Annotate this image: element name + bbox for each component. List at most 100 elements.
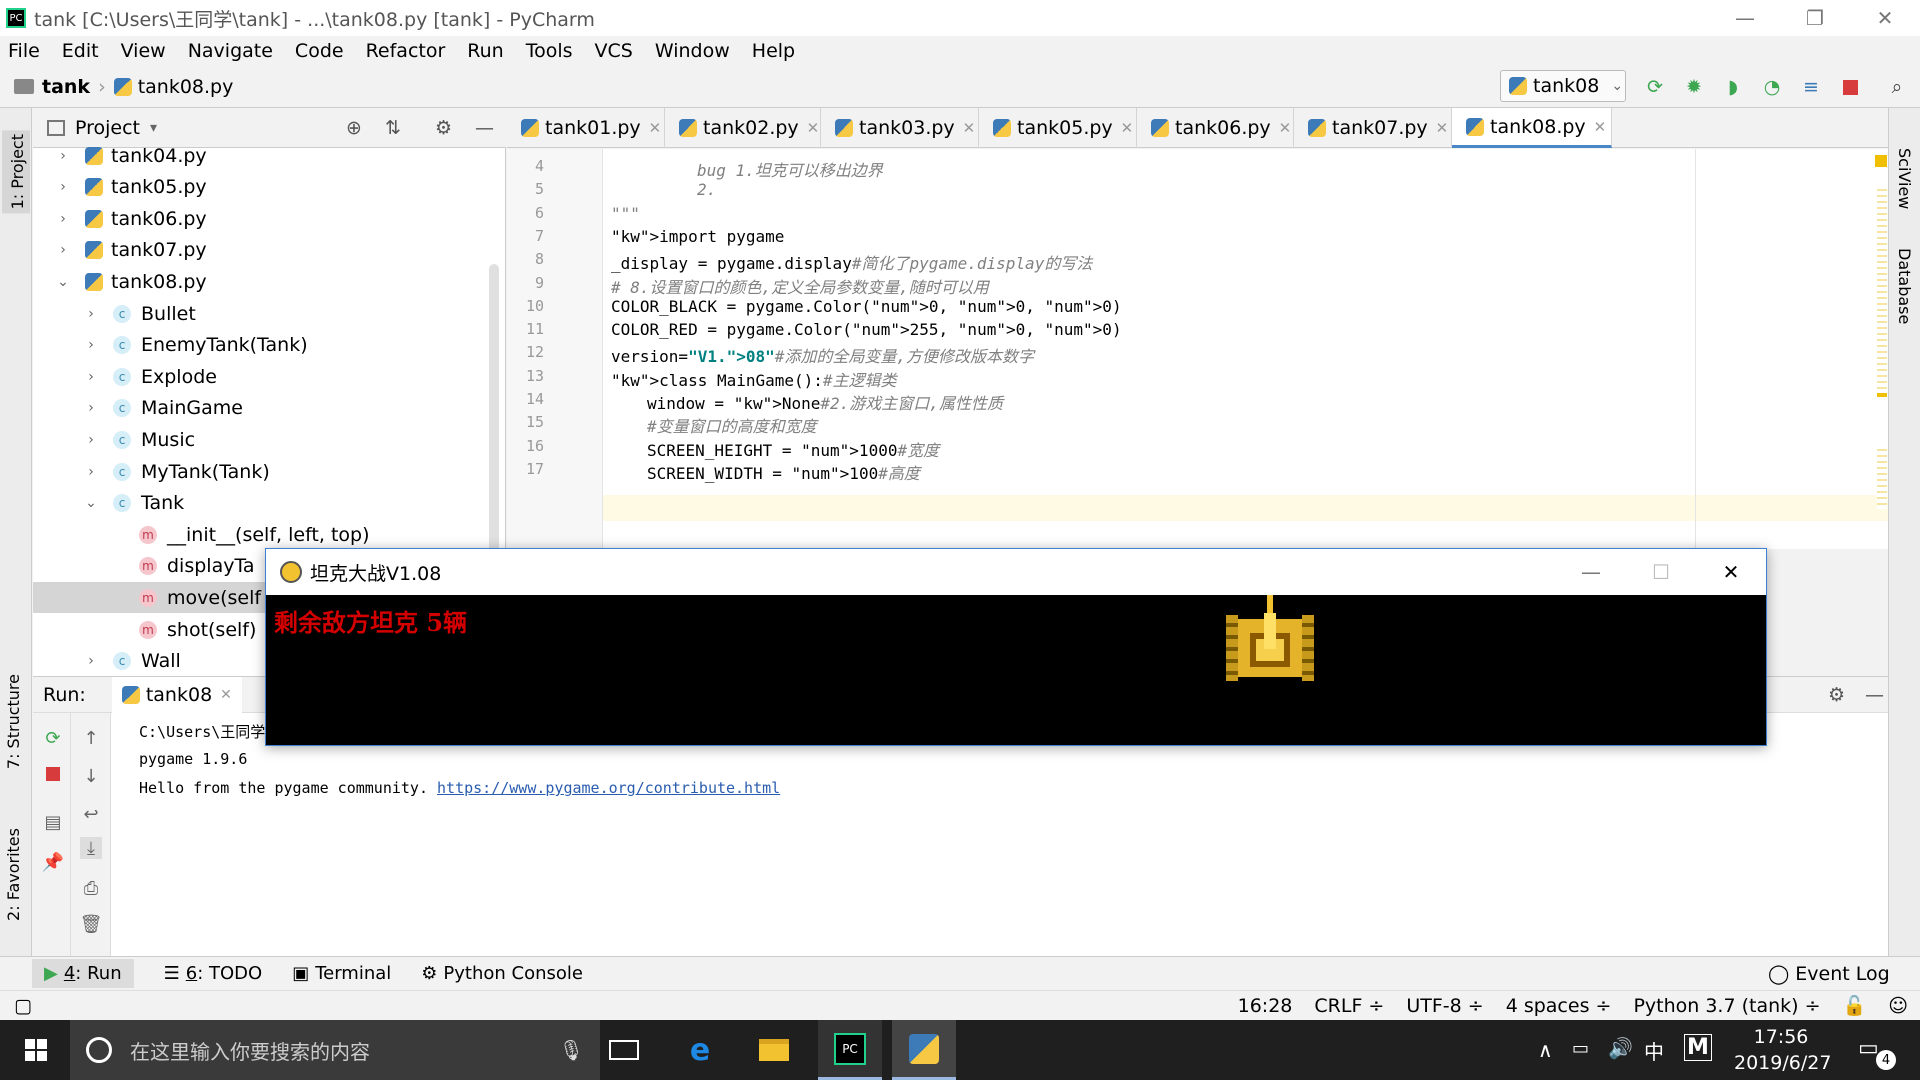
trash-icon[interactable]: 🗑: [80, 913, 103, 935]
chevron-right-icon[interactable]: ›: [83, 432, 99, 448]
lock-icon[interactable]: 🔓: [1843, 994, 1867, 1017]
restore-button[interactable]: ❐: [1780, 0, 1850, 36]
file-explorer-icon[interactable]: [742, 1020, 806, 1080]
console-link[interactable]: https://www.pygame.org/contribute.html: [437, 779, 780, 797]
menu-edit[interactable]: Edit: [62, 40, 99, 62]
show-hidden-icons-icon[interactable]: ∧: [1538, 1038, 1553, 1062]
code-line[interactable]: # 8.设置窗口的颜色,定义全局参数变量,随时可以用: [611, 274, 989, 298]
volume-icon[interactable]: 🔊: [1608, 1036, 1633, 1060]
code-line[interactable]: version="V1.">08"#添加的全局变量,方便修改版本数字: [611, 343, 1034, 367]
chevron-right-icon[interactable]: ›: [83, 400, 99, 416]
tool-tab-structure[interactable]: 7: Structure: [4, 674, 23, 769]
settings-gear-icon[interactable]: ⚙: [435, 117, 452, 139]
chevron-right-icon[interactable]: ›: [55, 179, 71, 195]
edge-browser-icon[interactable]: e: [668, 1020, 732, 1080]
close-button[interactable]: ✕: [1850, 0, 1920, 36]
hide-panel-icon[interactable]: —: [1865, 684, 1884, 706]
chevron-right-icon[interactable]: ›: [83, 306, 99, 322]
rerun-icon[interactable]: ⟳: [1644, 76, 1666, 98]
close-tab-icon[interactable]: ✕: [1121, 119, 1134, 137]
inspector-icon[interactable]: ☺: [1888, 995, 1908, 1017]
concurrency-icon[interactable]: ≡: [1800, 76, 1822, 98]
debug-icon[interactable]: ✹: [1683, 76, 1705, 98]
status-interpreter[interactable]: Python 3.7 (tank) ÷: [1633, 995, 1820, 1017]
rerun-icon[interactable]: ⟳: [42, 727, 64, 749]
pygame-canvas[interactable]: 剩余敌方坦克 5辆: [266, 595, 1766, 745]
editor-tab[interactable]: tank05.py ✕: [979, 108, 1137, 148]
menu-refactor[interactable]: Refactor: [366, 40, 446, 62]
tree-scrollbar[interactable]: [489, 264, 499, 584]
tree-item-file[interactable]: › tank07.py: [33, 235, 489, 266]
code-line[interactable]: COLOR_RED = pygame.Color("num">255, "num…: [611, 320, 1122, 339]
chevron-down-icon[interactable]: ⌄: [83, 495, 99, 511]
breadcrumb-file[interactable]: tank08.py: [113, 76, 233, 98]
ime-indicator[interactable]: 中: [1644, 1036, 1664, 1065]
menu-code[interactable]: Code: [295, 40, 344, 62]
menu-view[interactable]: View: [121, 40, 166, 62]
windows-start-icon[interactable]: [4, 1020, 68, 1080]
pin-icon[interactable]: 📌: [42, 851, 64, 873]
code-line[interactable]: SCREEN_HEIGHT = "num">1000#宽度: [647, 437, 939, 461]
stop-icon[interactable]: [1839, 76, 1861, 98]
editor-tab[interactable]: tank02.py ✕: [665, 108, 821, 148]
status-line-separator[interactable]: CRLF ÷: [1314, 995, 1384, 1017]
python-taskbar-icon[interactable]: [892, 1020, 956, 1080]
collapse-all-icon[interactable]: ⇅: [385, 117, 401, 139]
tree-item-class[interactable]: › c EnemyTank(Tank): [33, 330, 489, 361]
close-tab-icon[interactable]: ✕: [807, 119, 820, 137]
chevron-right-icon[interactable]: ›: [83, 464, 99, 480]
close-tab-icon[interactable]: ✕: [220, 687, 232, 703]
close-tab-icon[interactable]: ✕: [1594, 118, 1607, 136]
editor-tab[interactable]: tank01.py ✕: [507, 108, 665, 148]
code-line[interactable]: _display = pygame.display#简化了pygame.disp…: [611, 250, 1092, 274]
tool-tab-terminal[interactable]: ▣ Terminal: [292, 963, 391, 984]
tree-item-class[interactable]: ⌄ c Tank: [33, 488, 489, 519]
code-line[interactable]: window = "kw">None#2.游戏主窗口,属性性质: [647, 390, 1003, 414]
task-view-icon[interactable]: [592, 1020, 656, 1080]
down-arrow-icon[interactable]: ↓: [80, 765, 102, 787]
clock-time[interactable]: 17:56: [1736, 1026, 1826, 1048]
battery-icon[interactable]: ▭: [1572, 1038, 1589, 1059]
up-arrow-icon[interactable]: ↑: [80, 727, 102, 749]
code-line[interactable]: #变量窗口的高度和宽度: [647, 413, 817, 437]
microphone-icon[interactable]: 🎙: [559, 1038, 584, 1062]
editor-tab[interactable]: tank06.py ✕: [1137, 108, 1294, 148]
close-tab-icon[interactable]: ✕: [1279, 119, 1292, 137]
status-caret-position[interactable]: 16:28: [1238, 995, 1293, 1017]
code-line[interactable]: COLOR_BLACK = pygame.Color("num">0, "num…: [611, 297, 1122, 316]
layout-icon[interactable]: ▤: [42, 811, 64, 833]
menu-tools[interactable]: Tools: [526, 40, 573, 62]
hide-panel-icon[interactable]: —: [475, 117, 494, 139]
soft-wrap-icon[interactable]: ↩: [80, 803, 102, 825]
menu-window[interactable]: Window: [655, 40, 730, 62]
pygame-window[interactable]: 坦克大战V1.08 — ☐ ✕ 剩余敌方坦克 5辆: [265, 548, 1767, 746]
tool-tab-run[interactable]: ▶ 4: Run: [32, 959, 134, 988]
search-icon[interactable]: ⌕: [1886, 76, 1908, 98]
event-log-button[interactable]: ◯ Event Log: [1768, 963, 1890, 985]
game-maximize-button[interactable]: ☐: [1626, 549, 1696, 595]
code-line[interactable]: bug 1.坦克可以移出边界: [697, 157, 883, 181]
code-line[interactable]: """: [611, 204, 640, 223]
scroll-to-end-icon[interactable]: ⤓: [80, 837, 102, 859]
taskbar-search-box[interactable]: 在这里输入你要搜索的内容 🎙: [70, 1020, 600, 1080]
editor-tab[interactable]: tank07.py ✕: [1294, 108, 1452, 148]
editor-scrollbar[interactable]: [1875, 149, 1888, 549]
chevron-right-icon[interactable]: ›: [55, 148, 71, 164]
pygame-window-titlebar[interactable]: 坦克大战V1.08 — ☐ ✕: [266, 549, 1766, 595]
chevron-right-icon[interactable]: ›: [83, 337, 99, 353]
code-line[interactable]: "kw">class MainGame():#主逻辑类: [611, 367, 897, 391]
tool-tab-database[interactable]: Database: [1895, 248, 1914, 324]
breadcrumb-project[interactable]: tank ›: [14, 76, 110, 98]
tree-item-class[interactable]: › c Music: [33, 424, 489, 455]
menu-file[interactable]: File: [8, 40, 40, 62]
chevron-right-icon[interactable]: ›: [83, 369, 99, 385]
profile-icon[interactable]: ◔: [1761, 76, 1783, 98]
menu-help[interactable]: Help: [752, 40, 795, 62]
close-tab-icon[interactable]: ✕: [1436, 119, 1449, 137]
code-line[interactable]: 2.: [697, 180, 716, 199]
menu-run[interactable]: Run: [467, 40, 503, 62]
chevron-right-icon[interactable]: ›: [55, 242, 71, 258]
tool-tab-sciview[interactable]: SciView: [1895, 148, 1914, 209]
tree-item-class[interactable]: › c MainGame: [33, 393, 489, 424]
settings-gear-icon[interactable]: ⚙: [1828, 684, 1845, 706]
